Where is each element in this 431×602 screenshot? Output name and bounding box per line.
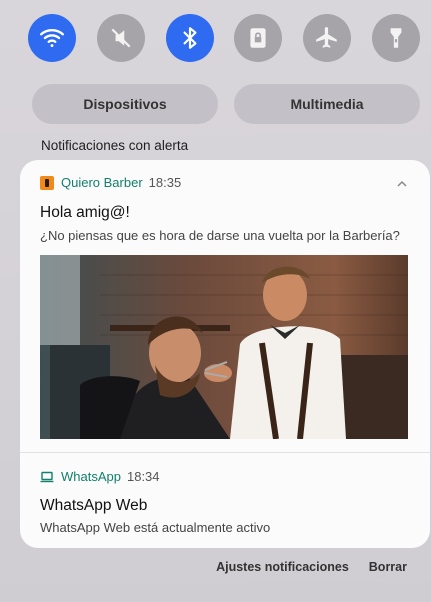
devices-button[interactable]: Dispositivos (32, 84, 218, 124)
app-name: WhatsApp (61, 469, 121, 484)
notification-quiero-barber[interactable]: Quiero Barber 18:35 Hola amig@! ¿No pien… (20, 160, 430, 452)
notification-text: ¿No piensas que es hora de darse una vue… (40, 228, 400, 243)
quick-settings-row (28, 14, 420, 62)
clear-button[interactable]: Borrar (369, 560, 407, 574)
barber-photo (40, 255, 408, 439)
barber-app-icon (40, 175, 54, 190)
notification-card: Quiero Barber 18:35 Hola amig@! ¿No pien… (20, 160, 430, 548)
laptop-icon (40, 471, 54, 482)
alert-notifications-title: Notificaciones con alerta (41, 138, 189, 153)
bluetooth-toggle[interactable] (165, 14, 214, 62)
media-button[interactable]: Multimedia (234, 84, 420, 124)
mute-toggle[interactable] (96, 14, 145, 62)
notification-text: WhatsApp Web está actualmente activo (40, 520, 271, 535)
wifi-icon (39, 28, 65, 47)
notification-time: 18:34 (126, 469, 160, 484)
notification-time: 18:35 (148, 175, 182, 190)
rotation-lock-toggle[interactable] (234, 14, 283, 62)
mute-icon (111, 28, 131, 48)
notification-header: Quiero Barber 18:35 (40, 175, 181, 190)
chevron-up-icon[interactable] (396, 178, 408, 190)
notification-settings-button[interactable]: Ajustes notificaciones (216, 560, 349, 574)
app-name: Quiero Barber (61, 175, 143, 190)
wifi-toggle[interactable] (28, 14, 76, 62)
airplane-toggle[interactable] (303, 14, 352, 62)
notification-title: WhatsApp Web (40, 497, 148, 514)
airplane-icon (316, 27, 337, 48)
lock-rotation-icon (250, 28, 266, 48)
flashlight-icon (390, 28, 402, 48)
bluetooth-icon (183, 27, 197, 49)
notification-header: WhatsApp 18:34 (40, 469, 160, 484)
notification-whatsapp[interactable]: WhatsApp 18:34 WhatsApp Web WhatsApp Web… (20, 453, 430, 548)
media-device-pills: Dispositivos Multimedia (32, 84, 420, 124)
notification-title: Hola amig@! (40, 204, 130, 221)
flashlight-toggle[interactable] (371, 14, 420, 62)
notification-footer: Ajustes notificaciones Borrar (216, 560, 407, 574)
